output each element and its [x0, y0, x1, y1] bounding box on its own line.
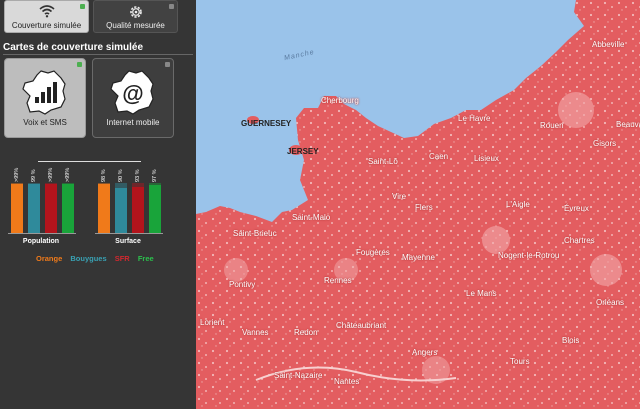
chart-value-label: 99 %	[31, 169, 37, 182]
place-label: Le Mans	[466, 289, 497, 298]
place-label: Abbeville	[592, 40, 625, 49]
legend-sfr: SFR	[114, 254, 130, 263]
active-indicator	[77, 62, 82, 67]
chart-bar-free: 97 %	[149, 169, 161, 233]
voice-sms-button[interactable]: Voix et SMS	[4, 58, 86, 138]
divider	[3, 54, 193, 55]
legend-orange: Orange	[36, 254, 63, 263]
place-label: Saint-Nazaire	[274, 371, 323, 380]
place-label: Saint-Brieuc	[233, 229, 277, 238]
place-label: Fougères	[356, 248, 390, 257]
legend-free: Free	[137, 254, 154, 263]
chart-bar-orange: 98 %	[98, 169, 110, 233]
inactive-indicator	[165, 62, 170, 67]
chart-bar-fill	[62, 183, 74, 233]
simulated-coverage-label: Couverture simulée	[11, 21, 82, 30]
place-label: Gisors	[593, 139, 617, 148]
chart-axis	[8, 233, 76, 234]
place-label: Redon	[294, 328, 318, 337]
place-label: Rennes	[324, 276, 352, 285]
place-label: Tours	[510, 357, 530, 366]
chart-value-label: >99%	[48, 167, 54, 182]
place-label: Lorient	[200, 318, 225, 327]
legend-bouygues: Bouygues	[70, 254, 107, 263]
chart-bar-fill	[98, 184, 110, 233]
place-label: Évreux	[564, 204, 589, 213]
france-signal-icon	[22, 70, 66, 115]
population-chart: Population >99% 99 % >99% >99%	[8, 168, 78, 248]
gear-icon	[94, 1, 177, 21]
chart-bar-fill	[115, 188, 127, 233]
measured-quality-label: Qualité mesurée	[106, 21, 165, 30]
chart-bar-fill	[28, 183, 40, 233]
island-label-jersey: JERSEY	[287, 147, 319, 156]
voice-sms-label: Voix et SMS	[23, 118, 67, 127]
inactive-indicator	[169, 4, 174, 9]
place-label: Blois	[562, 336, 580, 345]
chart-title: Surface	[115, 238, 141, 245]
place-label: Mayenne	[402, 253, 435, 262]
place-label: Rouen	[540, 121, 564, 130]
place-label: Le Havre	[458, 114, 491, 123]
place-label: Vannes	[242, 328, 269, 337]
island-label-guernsey: GUERNESEY	[241, 119, 292, 128]
place-label: Nantes	[334, 377, 360, 386]
chart-value-label: 90 %	[118, 169, 124, 182]
place-label: L'Aigle	[506, 200, 530, 209]
france-at-icon: @	[110, 70, 154, 115]
chart-bar-bouygues: 99 %	[28, 169, 40, 233]
chart-value-label: 93 %	[135, 169, 141, 182]
chart-bar-fill	[132, 186, 144, 233]
place-label: Vire	[392, 192, 407, 201]
svg-text:@: @	[122, 81, 143, 106]
chart-value-label: >99%	[65, 167, 71, 182]
place-label: Caen	[429, 152, 449, 161]
section-title: Cartes de couverture simulée	[3, 42, 144, 53]
place-label: Orléans	[596, 298, 625, 307]
chart-bar-orange: >99%	[11, 168, 23, 233]
left-panel: Couverture simulée Qualité mesurée Carte…	[0, 0, 196, 409]
mobile-internet-label: Internet mobile	[106, 118, 160, 127]
place-label: Saint-Malo	[292, 213, 331, 222]
chart-bar-fill	[11, 183, 23, 233]
place-label: Flers	[415, 203, 433, 212]
place-label: Angers	[412, 348, 438, 357]
place-label: Cherbourg	[321, 96, 359, 105]
chart-bar-bouygues: 90 %	[115, 169, 127, 233]
chart-bar-fill	[149, 184, 161, 233]
chart-title: Population	[22, 238, 60, 245]
mobile-internet-button[interactable]: @ Internet mobile	[92, 58, 174, 138]
chart-axis	[95, 233, 163, 234]
measured-quality-button[interactable]: Qualité mesurée	[93, 0, 178, 33]
active-indicator	[80, 4, 85, 9]
divider	[38, 161, 141, 162]
place-label: Pontivy	[229, 280, 256, 289]
place-label: Châteaubriant	[336, 321, 387, 330]
place-label: Chartres	[564, 236, 595, 245]
chart-bar-sfr: >99%	[45, 168, 57, 233]
place-label: Lisieux	[474, 154, 499, 163]
chart-value-label: 97 %	[152, 169, 158, 182]
place-label: Saint-Lô	[368, 157, 398, 166]
chart-value-label: 98 %	[101, 169, 107, 182]
chart-bar-sfr: 93 %	[132, 169, 144, 233]
wifi-icon	[5, 1, 88, 21]
coverage-map[interactable]: Manche GUERNESEY JERSEY Cherbourg Le Hav…	[196, 0, 640, 409]
chart-bar-fill	[45, 183, 57, 233]
surface-chart: Surface 98 % 90 % 93 % 97 %	[95, 168, 165, 248]
place-label: Beauvais	[616, 120, 640, 129]
chart-value-label: >99%	[14, 167, 20, 182]
simulated-coverage-button[interactable]: Couverture simulée	[4, 0, 89, 33]
operator-legend: Orange Bouygues SFR Free	[36, 254, 160, 263]
place-label: Nogent-le-Rotrou	[498, 251, 560, 260]
chart-bar-free: >99%	[62, 168, 74, 233]
